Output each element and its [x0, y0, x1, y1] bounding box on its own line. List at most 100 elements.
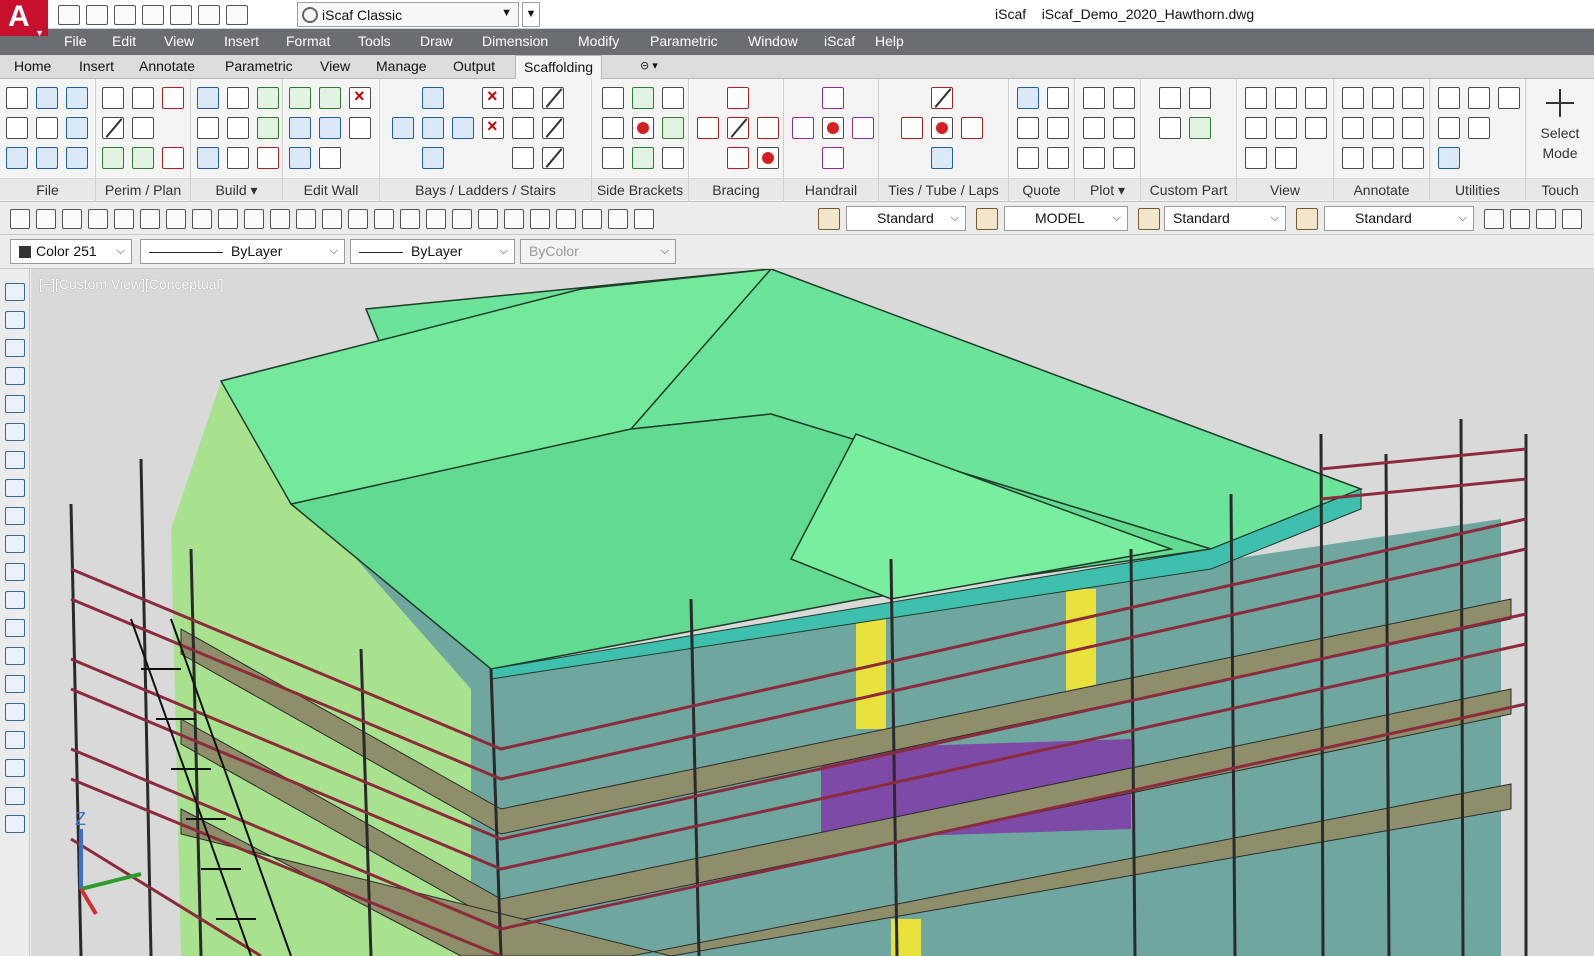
cube-icon[interactable]: [1275, 117, 1297, 139]
menu-help[interactable]: Help: [875, 33, 904, 49]
gradient-icon[interactable]: [5, 703, 25, 721]
hatch-icon[interactable]: [5, 675, 25, 693]
remove-icon[interactable]: [931, 117, 953, 139]
leader-icon[interactable]: [1372, 87, 1394, 109]
tab-manage[interactable]: Manage: [376, 58, 427, 74]
leader-icon[interactable]: [1342, 117, 1364, 139]
cube-icon[interactable]: [1275, 147, 1297, 169]
remove-icon[interactable]: [757, 147, 779, 169]
open-file-icon[interactable]: [36, 209, 56, 229]
ladder-icon[interactable]: [512, 147, 534, 169]
layout-icon[interactable]: [66, 117, 88, 139]
menu-edit[interactable]: Edit: [112, 33, 136, 49]
model-space-select[interactable]: MODEL ⌵: [1004, 206, 1128, 231]
menu-view[interactable]: View: [164, 33, 194, 49]
table-icon[interactable]: [5, 759, 25, 777]
menu-dimension[interactable]: Dimension: [482, 33, 548, 49]
document-icon[interactable]: [1017, 147, 1039, 169]
stretch-icon[interactable]: [289, 117, 311, 139]
save-as-icon[interactable]: [142, 5, 164, 25]
dimension-icon[interactable]: [1372, 147, 1394, 169]
pdf-icon[interactable]: [162, 87, 184, 109]
match-properties-icon[interactable]: [270, 209, 290, 229]
erase-icon[interactable]: [162, 147, 184, 169]
qat-customize-button[interactable]: ▼: [522, 2, 540, 27]
tie-icon[interactable]: [961, 117, 983, 139]
part-icon[interactable]: [1159, 117, 1181, 139]
check-icon[interactable]: [289, 87, 311, 109]
new-file-icon[interactable]: [10, 209, 30, 229]
design-center-icon[interactable]: [504, 209, 524, 229]
copy-icon[interactable]: [227, 87, 249, 109]
multileader-style-icon[interactable]: [1296, 208, 1318, 230]
zoom-window-icon[interactable]: [426, 209, 446, 229]
delete-bay-icon[interactable]: [482, 116, 504, 139]
brace-icon[interactable]: [727, 87, 749, 109]
table-style-select[interactable]: Standard ⌵: [1324, 206, 1474, 231]
numbering-icon[interactable]: [227, 117, 249, 139]
dwg-icon[interactable]: [132, 87, 154, 109]
point-icon[interactable]: [5, 647, 25, 665]
build-dropdown[interactable]: Build ▾: [191, 178, 282, 200]
help-icon[interactable]: [634, 209, 654, 229]
line-icon[interactable]: [102, 117, 124, 139]
tube-icon[interactable]: [931, 87, 953, 109]
bracket-icon[interactable]: [602, 87, 624, 109]
building-icon[interactable]: [102, 87, 124, 109]
open-file-icon[interactable]: [36, 87, 58, 109]
menu-parametric[interactable]: Parametric: [650, 33, 718, 49]
calculator-icon[interactable]: [608, 209, 628, 229]
pan-hand-icon[interactable]: [374, 209, 394, 229]
save-icon[interactable]: [62, 209, 82, 229]
tool-palettes-icon[interactable]: [530, 209, 550, 229]
brush-icon[interactable]: [296, 209, 316, 229]
edit-icon[interactable]: [1402, 147, 1424, 169]
publish-icon[interactable]: [166, 209, 186, 229]
bracket-icon[interactable]: [602, 147, 624, 169]
plot-dropdown[interactable]: Plot ▾: [1075, 178, 1140, 200]
tab-output[interactable]: Output: [453, 58, 495, 74]
lightbulb-icon[interactable]: [1510, 209, 1530, 229]
table-style-icon[interactable]: [1138, 208, 1160, 230]
polyline-icon[interactable]: [5, 339, 25, 357]
properties-icon[interactable]: [478, 209, 498, 229]
tab-scaffolding[interactable]: Scaffolding: [515, 55, 603, 80]
rotate-icon[interactable]: [1438, 117, 1460, 139]
brace-icon[interactable]: [727, 147, 749, 169]
new-file-icon[interactable]: [6, 87, 28, 109]
rectangle-icon[interactable]: [132, 117, 154, 139]
bracket-icon[interactable]: [632, 147, 654, 169]
grid-icon[interactable]: [319, 117, 341, 139]
chart-icon[interactable]: [1047, 147, 1069, 169]
stairs-icon[interactable]: [227, 147, 249, 169]
ladder-icon[interactable]: [512, 87, 534, 109]
bracket-icon[interactable]: [632, 87, 654, 109]
menu-window[interactable]: Window: [748, 33, 798, 49]
plot-icon[interactable]: [1113, 117, 1135, 139]
cube-icon[interactable]: [1245, 147, 1267, 169]
select-mode-button[interactable]: Select Mode: [1530, 89, 1590, 163]
print-preview-icon[interactable]: [114, 209, 134, 229]
undo-icon[interactable]: [198, 5, 220, 25]
layer-properties-icon[interactable]: [1484, 209, 1504, 229]
save-as-icon[interactable]: [36, 117, 58, 139]
open-file-icon[interactable]: [86, 5, 108, 25]
check-icon[interactable]: [257, 87, 279, 109]
circle-icon[interactable]: [1402, 117, 1424, 139]
bracket-icon[interactable]: [662, 147, 684, 169]
remove-icon[interactable]: [822, 117, 844, 139]
construction-line-icon[interactable]: [5, 311, 25, 329]
region-icon[interactable]: [5, 731, 25, 749]
delete-bay-icon[interactable]: [482, 86, 504, 109]
dimension-icon[interactable]: [1402, 87, 1424, 109]
menu-format[interactable]: Format: [286, 33, 330, 49]
bracket-icon[interactable]: [662, 87, 684, 109]
insert-block-icon[interactable]: [5, 591, 25, 609]
bay-icon[interactable]: [392, 117, 414, 139]
handrail-icon[interactable]: [822, 87, 844, 109]
move-icon[interactable]: [289, 147, 311, 169]
plot-icon[interactable]: [1083, 87, 1105, 109]
rectangle-icon[interactable]: [5, 395, 25, 413]
ribbon-minimize-icon[interactable]: ⊝ ▾: [640, 59, 674, 75]
add-selected-icon[interactable]: [5, 815, 25, 833]
